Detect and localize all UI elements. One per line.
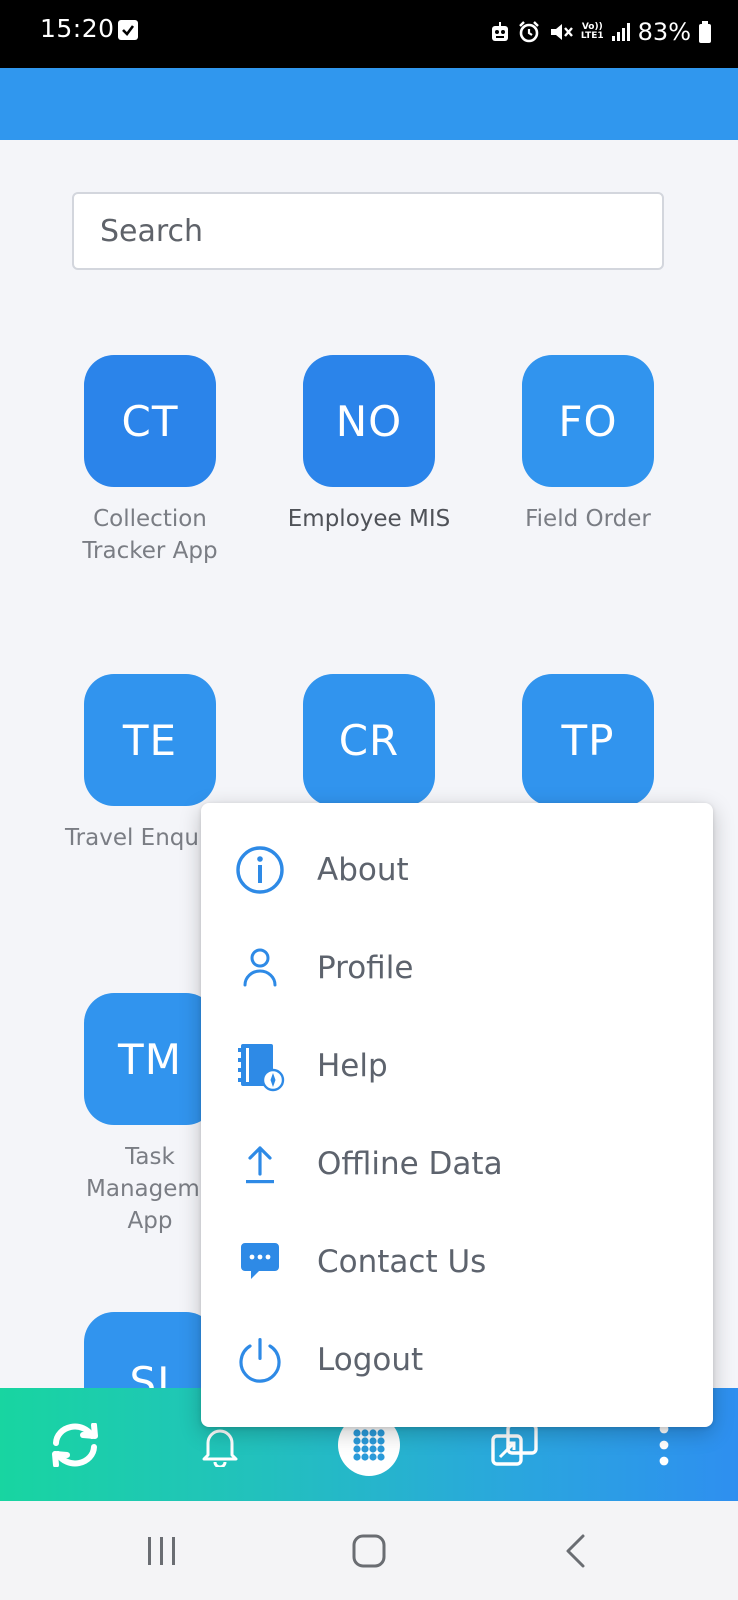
- help-book-icon: [233, 1039, 287, 1093]
- home-icon: [352, 1534, 386, 1567]
- app-label-line: Tracker App: [82, 538, 218, 564]
- app-tile-fo[interactable]: FO Field Order: [478, 355, 698, 535]
- app-label-line: Field Order: [525, 506, 651, 532]
- app-initials: CT: [121, 396, 179, 446]
- volte-indicator: Vo)) LTE1: [581, 23, 604, 41]
- recents-button[interactable]: [122, 1501, 202, 1600]
- app-label-line: Employee MIS: [287, 506, 451, 532]
- app-initials: TM: [118, 1034, 182, 1084]
- status-time: 15:20: [40, 14, 115, 43]
- signal-icon: [611, 23, 630, 41]
- menu-item-help[interactable]: Help: [201, 1017, 713, 1115]
- apps-grid-icon: [353, 1428, 385, 1461]
- app-icon-tm[interactable]: TM: [84, 993, 216, 1125]
- app-tile-tp[interactable]: TP: [478, 674, 698, 806]
- chat-icon: [233, 1235, 287, 1289]
- app-tile-no[interactable]: NO Employee MIS: [259, 355, 479, 535]
- app-icon-fo[interactable]: FO: [522, 355, 654, 487]
- menu-label: Profile: [317, 950, 414, 986]
- menu-label: Offline Data: [317, 1146, 503, 1182]
- app-initials: TE: [122, 715, 178, 765]
- app-icon-no[interactable]: NO: [303, 355, 435, 487]
- app-icon-tp[interactable]: TP: [522, 674, 654, 806]
- app-label: Employee MIS: [259, 503, 479, 535]
- mute-icon: [550, 24, 573, 40]
- volte-bottom-text: LTE1: [580, 31, 604, 41]
- search-input[interactable]: [72, 192, 664, 270]
- menu-item-about[interactable]: About: [201, 821, 713, 919]
- checkbox-notification-icon: [118, 20, 138, 40]
- overflow-menu: About Profile Help Offline Data Contact …: [201, 803, 713, 1427]
- menu-item-offline-data[interactable]: Offline Data: [201, 1115, 713, 1213]
- menu-label: About: [317, 852, 409, 888]
- back-icon: [566, 1534, 585, 1567]
- app-initials: NO: [335, 396, 403, 446]
- alarm-icon: [519, 21, 539, 43]
- app-label: Field Order: [478, 503, 698, 535]
- more-vertical-icon: [659, 1424, 669, 1465]
- menu-item-profile[interactable]: Profile: [201, 919, 713, 1017]
- battery-percentage: 83%: [637, 18, 691, 46]
- menu-item-contact-us[interactable]: Contact Us: [201, 1213, 713, 1311]
- app-label: Collection Tracker App: [40, 503, 260, 567]
- recents-icon: [148, 1536, 175, 1565]
- person-icon: [233, 941, 287, 995]
- menu-label: Logout: [317, 1342, 424, 1378]
- power-icon: [233, 1333, 287, 1387]
- menu-item-logout[interactable]: Logout: [201, 1311, 713, 1409]
- app-icon-cr[interactable]: CR: [303, 674, 435, 806]
- app-tile-ct[interactable]: CT Collection Tracker App: [40, 355, 260, 567]
- menu-label: Help: [317, 1048, 388, 1084]
- app-header: [0, 68, 738, 140]
- app-initials: TP: [561, 715, 615, 765]
- back-button[interactable]: [536, 1501, 616, 1600]
- app-initials: CR: [338, 715, 400, 765]
- app-icon-te[interactable]: TE: [84, 674, 216, 806]
- menu-label: Contact Us: [317, 1244, 487, 1280]
- app-initials: FO: [558, 396, 618, 446]
- battery-icon: [699, 21, 711, 43]
- home-button[interactable]: [329, 1501, 409, 1600]
- system-nav-bar: [0, 1501, 738, 1600]
- info-icon: [233, 843, 287, 897]
- app-tile-cr[interactable]: CR: [259, 674, 479, 806]
- status-icons: Vo)) LTE1 83%: [490, 12, 712, 52]
- upload-icon: [233, 1137, 287, 1191]
- robot-notification-icon: [491, 22, 508, 41]
- status-bar: 15:20 Vo)) LTE1 83%: [0, 0, 738, 68]
- sync-icon: [52, 1422, 98, 1467]
- switch-windows-icon: [491, 1422, 538, 1466]
- bell-icon: [202, 1429, 238, 1467]
- app-icon-ct[interactable]: CT: [84, 355, 216, 487]
- sync-button[interactable]: [35, 1388, 115, 1501]
- app-label-line: Collection: [93, 506, 207, 532]
